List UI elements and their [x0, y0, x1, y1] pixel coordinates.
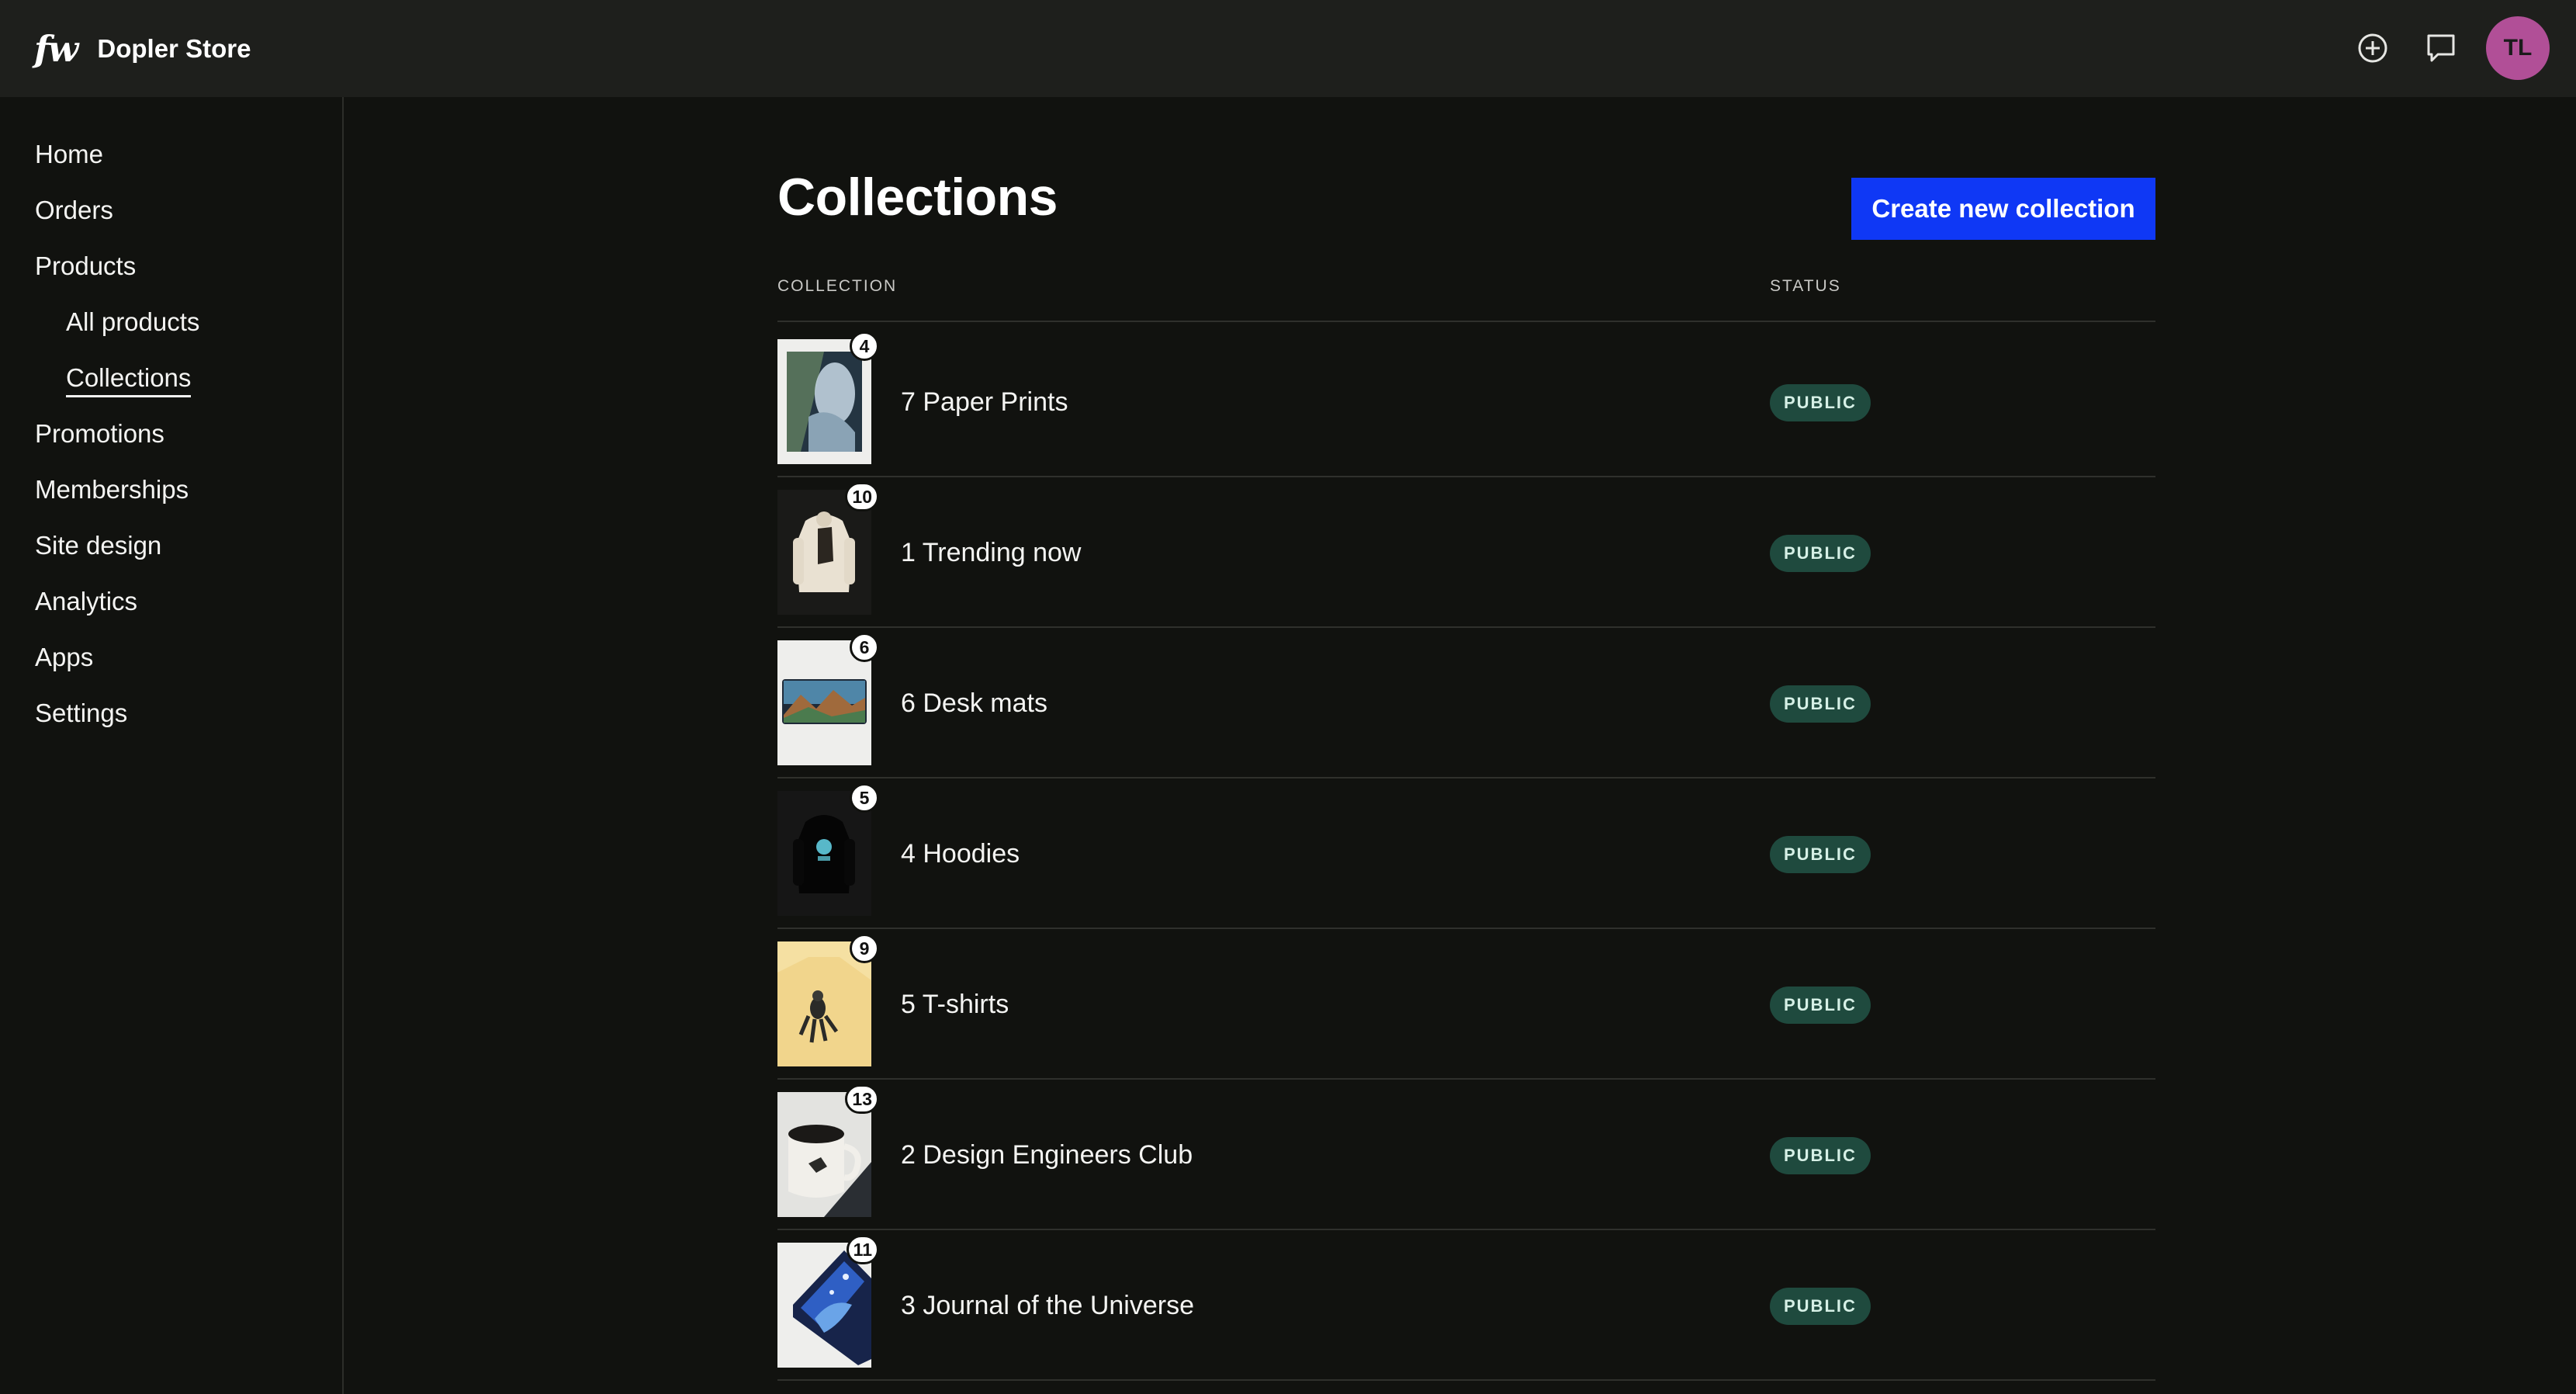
- item-count-badge: 11: [846, 1235, 879, 1264]
- sidebar-item-orders[interactable]: Orders: [0, 182, 342, 238]
- sidebar-item-site-design[interactable]: Site design: [0, 518, 342, 574]
- sidebar-item-apps[interactable]: Apps: [0, 629, 342, 685]
- item-count-badge: 9: [850, 934, 879, 963]
- status-badge: PUBLIC: [1770, 535, 1871, 572]
- item-count-badge: 10: [845, 482, 879, 511]
- sidebar-item-label: Apps: [35, 643, 94, 671]
- collection-name[interactable]: 1 Trending now: [901, 477, 1082, 628]
- item-count-badge: 13: [845, 1084, 879, 1114]
- table-row[interactable]: 9 5 T-shirts PUBLIC: [777, 929, 2155, 1080]
- create-collection-button[interactable]: Create new collection: [1851, 178, 2155, 240]
- collection-thumbnail: 11: [777, 1235, 879, 1368]
- table-row[interactable]: 5 4 Hoodies PUBLIC: [777, 778, 2155, 929]
- sidebar-item-memberships[interactable]: Memberships: [0, 462, 342, 518]
- collections-list: 4 7 Paper Prints PUBLIC 10 1 Trending no…: [777, 327, 2155, 1381]
- table-row[interactable]: 13 2 Design Engineers Club PUBLIC: [777, 1080, 2155, 1230]
- sidebar-item-promotions[interactable]: Promotions: [0, 406, 342, 462]
- sidebar-item-label: Site design: [35, 531, 162, 560]
- sidebar-item-label: All products: [66, 307, 200, 336]
- sidebar-item-label: Home: [35, 140, 104, 168]
- collection-name[interactable]: 5 T-shirts: [901, 929, 1009, 1080]
- status-badge: PUBLIC: [1770, 384, 1871, 421]
- item-count-badge: 4: [850, 331, 879, 361]
- column-header-status: STATUS: [1770, 277, 1841, 295]
- collection-thumbnail: 5: [777, 783, 879, 916]
- sidebar-item-label: Products: [35, 251, 137, 280]
- collection-name[interactable]: 6 Desk mats: [901, 628, 1047, 778]
- table-row[interactable]: 6 6 Desk mats PUBLIC: [777, 628, 2155, 778]
- collection-thumbnail: 9: [777, 934, 879, 1066]
- top-actions: TL: [2349, 16, 2550, 80]
- sidebar-item-collections[interactable]: Collections: [0, 350, 342, 406]
- chat-icon[interactable]: [2418, 25, 2464, 71]
- table-row[interactable]: 4 7 Paper Prints PUBLIC: [777, 327, 2155, 477]
- collection-thumbnail: 13: [777, 1084, 879, 1217]
- sidebar-item-products[interactable]: Products: [0, 238, 342, 294]
- table-row[interactable]: 10 1 Trending now PUBLIC: [777, 477, 2155, 628]
- sidebar-item-label: Settings: [35, 699, 128, 727]
- item-count-badge: 5: [850, 783, 879, 813]
- column-header-collection: COLLECTION: [777, 277, 898, 295]
- sidebar-item-label: Orders: [35, 196, 113, 224]
- page-title: Collections: [777, 168, 1058, 227]
- brand-logo[interactable]: fw: [34, 31, 78, 67]
- collection-thumbnail: 4: [777, 331, 879, 464]
- user-avatar[interactable]: TL: [2486, 16, 2550, 80]
- status-badge: PUBLIC: [1770, 1137, 1871, 1174]
- sidebar-item-all-products[interactable]: All products: [0, 294, 342, 350]
- add-circle-icon[interactable]: [2349, 25, 2396, 71]
- status-badge: PUBLIC: [1770, 836, 1871, 873]
- sidebar-item-label: Analytics: [35, 587, 138, 616]
- status-badge: PUBLIC: [1770, 1288, 1871, 1325]
- store-name[interactable]: Dopler Store: [97, 34, 251, 64]
- collection-name[interactable]: 7 Paper Prints: [901, 327, 1068, 477]
- collection-name[interactable]: 3 Journal of the Universe: [901, 1230, 1194, 1381]
- collection-thumbnail: 6: [777, 633, 879, 765]
- collection-thumbnail: 10: [777, 482, 879, 615]
- sidebar-item-label: Promotions: [35, 419, 164, 448]
- status-badge: PUBLIC: [1770, 685, 1871, 723]
- sidebar-item-label: Collections: [66, 363, 192, 397]
- collection-name[interactable]: 4 Hoodies: [901, 778, 1020, 929]
- sidebar-item-label: Memberships: [35, 475, 189, 504]
- sidebar-item-settings[interactable]: Settings: [0, 685, 342, 741]
- top-bar: fw Dopler Store TL: [0, 0, 2576, 97]
- sidebar-item-analytics[interactable]: Analytics: [0, 574, 342, 629]
- table-header: COLLECTION STATUS: [777, 277, 2155, 322]
- sidebar-item-home[interactable]: Home: [0, 127, 342, 182]
- collection-name[interactable]: 2 Design Engineers Club: [901, 1080, 1193, 1230]
- item-count-badge: 6: [850, 633, 879, 662]
- status-badge: PUBLIC: [1770, 987, 1871, 1024]
- sidebar-nav: Home Orders Products All products Collec…: [0, 97, 344, 1394]
- table-row[interactable]: 11 3 Journal of the Universe PUBLIC: [777, 1230, 2155, 1381]
